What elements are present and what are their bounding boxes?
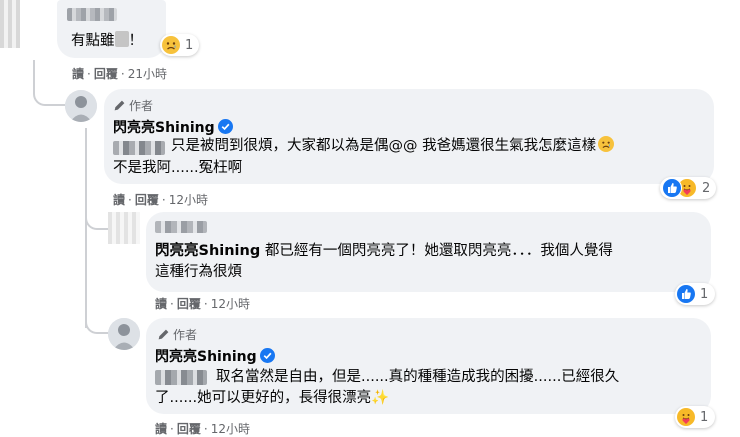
comment-actions: 讀 · 回覆 · 21小時 bbox=[72, 67, 167, 81]
sad-emoji-icon bbox=[162, 36, 180, 54]
comment-text-line: 不是我阿......冤枉啊 bbox=[113, 160, 243, 176]
thread-connector bbox=[33, 60, 65, 106]
reaction-count: 1 bbox=[185, 37, 194, 53]
commenter-name-blurred[interactable] bbox=[67, 8, 117, 21]
sad-emoji-icon bbox=[598, 136, 615, 152]
reply-button[interactable]: 回覆 bbox=[177, 297, 201, 311]
read-button[interactable]: 讀 bbox=[155, 422, 167, 436]
reaction-count: 2 bbox=[702, 180, 711, 196]
timestamp[interactable]: 12小時 bbox=[211, 422, 250, 436]
comment-text-line: 了......她可以更好的，長得很漂亮✨ bbox=[155, 390, 390, 406]
reaction-summary[interactable]: 2 bbox=[660, 177, 717, 199]
reply-button[interactable]: 回覆 bbox=[177, 422, 201, 436]
avatar[interactable] bbox=[65, 90, 97, 122]
verified-badge-icon bbox=[217, 119, 233, 134]
comment-actions: 讀 · 回覆 · 12小時 bbox=[155, 422, 250, 436]
commenter-name-blurred[interactable] bbox=[155, 221, 207, 233]
avatar-blurred[interactable] bbox=[0, 0, 20, 48]
commenter-name[interactable]: 閃亮亮Shining bbox=[113, 117, 233, 137]
avatar[interactable] bbox=[108, 318, 140, 350]
comment-actions: 讀 · 回覆 · 12小時 bbox=[113, 193, 208, 207]
redacted-text bbox=[114, 31, 129, 47]
mention-blurred[interactable] bbox=[113, 141, 165, 155]
mention-blurred[interactable] bbox=[155, 370, 207, 385]
reaction-count: 1 bbox=[700, 409, 709, 425]
verified-badge-icon bbox=[259, 348, 275, 363]
care-reaction-icon bbox=[677, 408, 695, 426]
like-reaction-icon bbox=[677, 285, 695, 303]
comment-text-line: 這種行為很煩 bbox=[155, 264, 242, 280]
author-label: 作者 bbox=[113, 97, 153, 114]
thread-connector bbox=[85, 300, 110, 334]
comment-actions: 讀 · 回覆 · 12小時 bbox=[155, 297, 250, 311]
timestamp[interactable]: 12小時 bbox=[169, 193, 208, 207]
avatar-blurred[interactable] bbox=[108, 212, 140, 244]
comment-text-line: 取名當然是自由，但是......真的種種造成我的困擾......已經很久 bbox=[216, 369, 620, 385]
read-button[interactable]: 讀 bbox=[72, 67, 84, 81]
comment-text-line: 只是被問到很煩，大家都以為是偶@@ 我爸媽還很生氣我怎麼這樣 bbox=[171, 136, 615, 157]
reply-button[interactable]: 回覆 bbox=[94, 67, 118, 81]
thread-line bbox=[85, 128, 87, 328]
sparkles-emoji: ✨ bbox=[371, 390, 390, 406]
pencil-icon bbox=[114, 100, 125, 111]
reaction-count: 1 bbox=[700, 286, 709, 302]
timestamp[interactable]: 21小時 bbox=[128, 67, 167, 81]
read-button[interactable]: 讀 bbox=[113, 193, 125, 207]
comment-text-line: 閃亮亮Shining 都已經有一個閃亮亮了！她還取閃亮亮．．．我個人覺得 bbox=[155, 243, 613, 259]
reaction-summary[interactable]: 1 bbox=[675, 406, 716, 428]
pencil-icon bbox=[158, 329, 169, 340]
commenter-name[interactable]: 閃亮亮Shining bbox=[155, 346, 275, 366]
read-button[interactable]: 讀 bbox=[155, 297, 167, 311]
author-label: 作者 bbox=[157, 326, 197, 343]
reaction-summary[interactable]: 1 bbox=[160, 34, 200, 56]
reply-button[interactable]: 回覆 bbox=[135, 193, 159, 207]
like-reaction-icon bbox=[662, 178, 682, 198]
timestamp[interactable]: 12小時 bbox=[211, 297, 250, 311]
comment-text: 有點雖！ bbox=[71, 31, 143, 49]
reaction-summary[interactable]: 1 bbox=[675, 283, 716, 305]
thread-connector bbox=[85, 200, 110, 230]
mention-link[interactable]: 閃亮亮Shining bbox=[155, 243, 260, 259]
